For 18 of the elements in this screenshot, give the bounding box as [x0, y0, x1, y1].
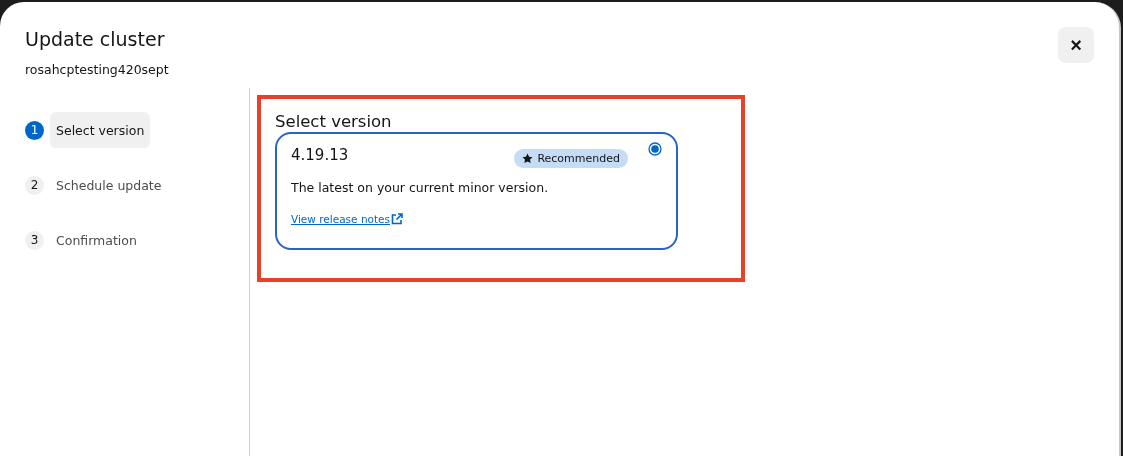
external-link-icon [391, 213, 403, 225]
cluster-name: rosahcptesting420sept [25, 62, 169, 77]
dialog-title: Update cluster [25, 27, 166, 51]
version-description: The latest on your current minor version. [291, 180, 550, 195]
version-card[interactable]: 4.19.13 Recommended The latest on your current minor version. View release notes [275, 132, 678, 250]
wizard-step[interactable]: Schedule update [50, 167, 168, 203]
wizard-step[interactable]: Confirmation [50, 222, 143, 258]
wizard-step[interactable]: Select version [50, 112, 151, 148]
close-button[interactable]: × [1058, 27, 1094, 63]
section-heading: Select version [275, 113, 393, 131]
step-number: 2 [25, 175, 44, 195]
radio-button[interactable] [648, 142, 662, 156]
version-number: 4.19.13 [291, 146, 350, 164]
release-notes-link[interactable]: View release notes [291, 213, 390, 225]
star-icon [522, 153, 534, 164]
step-number: 3 [25, 230, 44, 250]
badge-label: Recommended [537, 152, 620, 165]
step-number: 1 [25, 120, 44, 140]
